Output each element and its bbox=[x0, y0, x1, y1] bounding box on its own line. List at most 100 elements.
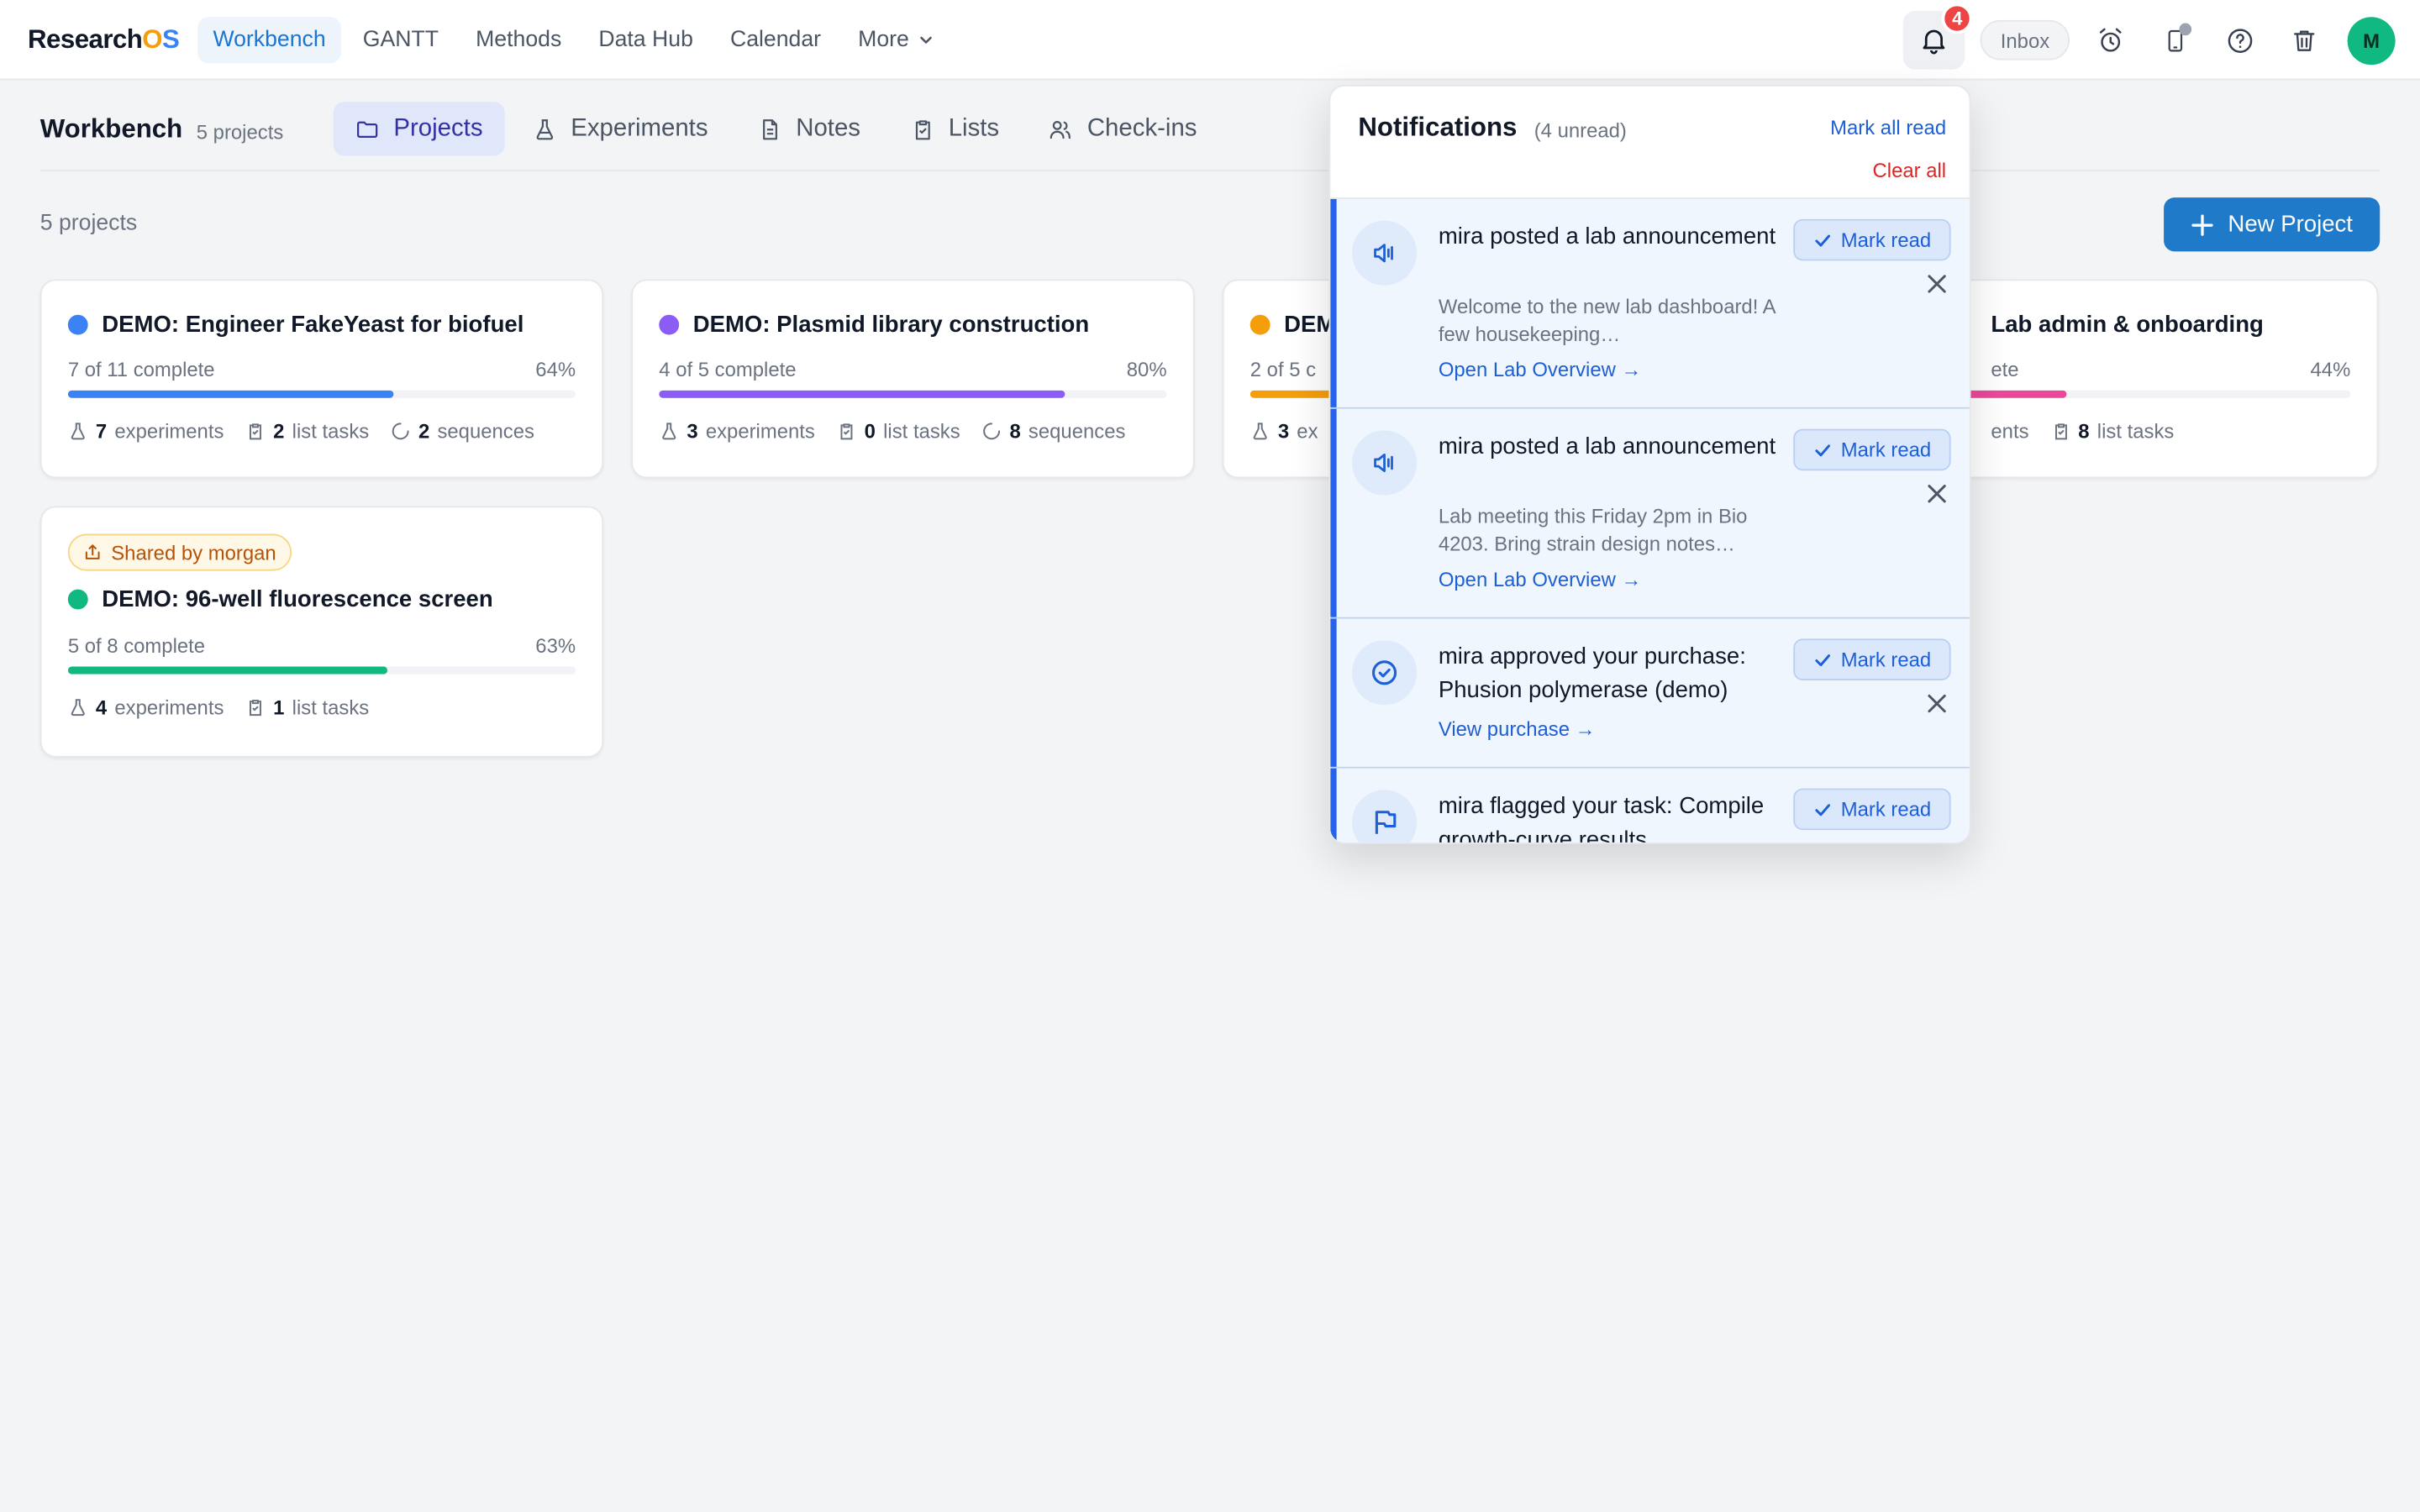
notification-desc: Lab meeting this Friday 2pm in Bio 4203.… bbox=[1438, 504, 1748, 555]
main-nav: Workbench GANTT Methods Data Hub Calenda… bbox=[197, 17, 950, 64]
bell-icon bbox=[1923, 29, 1945, 55]
stat-sequences: 2 sequences bbox=[391, 420, 534, 443]
notifications-panel: Notifications (4 unread) Mark all read C… bbox=[1328, 85, 1971, 844]
tab-lists-label: Lists bbox=[948, 114, 1000, 142]
document-icon bbox=[762, 118, 777, 139]
progress-bar bbox=[67, 390, 576, 398]
project-stats: 7 experiments 2 list tasks 2 sequences bbox=[68, 420, 576, 443]
progress-percent: 80% bbox=[1126, 358, 1167, 381]
help-button[interactable] bbox=[2215, 15, 2265, 65]
tab-projects[interactable]: Projects bbox=[333, 102, 505, 156]
notification-text: mira posted a lab announcement bbox=[1438, 223, 1776, 250]
unread-count: (4 unread) bbox=[1534, 118, 1627, 142]
nav-more[interactable]: More bbox=[843, 17, 950, 63]
tab-notes[interactable]: Notes bbox=[736, 102, 882, 155]
tab-lists[interactable]: Lists bbox=[888, 102, 1021, 155]
progress-percent: 44% bbox=[2310, 358, 2351, 381]
project-card[interactable]: DEMO: Engineer FakeYeast for biofuel 7 o… bbox=[39, 279, 604, 479]
notification-text: mira posted a lab announcement bbox=[1438, 433, 1776, 460]
alarm-button[interactable] bbox=[2085, 15, 2134, 65]
mark-read-button[interactable]: Mark read bbox=[1793, 428, 1951, 471]
notification-item[interactable]: mira posted a lab announcement Lab meeti… bbox=[1330, 408, 1970, 619]
close-icon[interactable] bbox=[1926, 273, 1948, 295]
top-right-actions: 4 Inbox M bbox=[1903, 3, 2396, 70]
project-card[interactable]: Shared by morgan DEMO: 96-well fluoresce… bbox=[39, 506, 604, 758]
flask-icon bbox=[536, 118, 553, 139]
mark-read-button[interactable]: Mark read bbox=[1793, 788, 1951, 831]
check-icon bbox=[1814, 654, 1830, 666]
tab-experiments[interactable]: Experiments bbox=[511, 102, 730, 155]
progress-text: ete bbox=[1991, 358, 2019, 381]
stat-list-tasks: 8 list tasks bbox=[2050, 420, 2174, 443]
nav-data-hub[interactable]: Data Hub bbox=[583, 17, 708, 63]
new-project-label: New Project bbox=[2228, 211, 2353, 238]
nav-workbench[interactable]: Workbench bbox=[197, 17, 342, 64]
stat-list-tasks: 0 list tasks bbox=[837, 420, 960, 443]
app-logo[interactable]: ResearchOS bbox=[28, 24, 180, 55]
notifications-header: Notifications (4 unread) Mark all read C… bbox=[1330, 87, 1970, 199]
nav-more-label: More bbox=[858, 28, 909, 53]
nav-methods[interactable]: Methods bbox=[460, 17, 577, 63]
tab-projects-label: Projects bbox=[393, 114, 483, 142]
project-card[interactable]: DEMO: Plasmid library construction 4 of … bbox=[631, 279, 1195, 479]
tab-check-ins[interactable]: Check-ins bbox=[1027, 102, 1218, 155]
mark-read-button[interactable]: Mark read bbox=[1793, 218, 1951, 261]
progress-text: 7 of 11 complete bbox=[67, 358, 215, 381]
clear-all-button[interactable]: Clear all bbox=[1873, 159, 1947, 182]
page-title: Workbench bbox=[39, 113, 183, 144]
loading-circle-icon bbox=[983, 423, 1001, 440]
tab-experiments-label: Experiments bbox=[571, 114, 708, 142]
notifications-button[interactable]: 4 bbox=[1903, 3, 1973, 70]
project-title-text: DEM bbox=[1284, 312, 1336, 339]
stat-experiments: 4 experiments bbox=[68, 696, 224, 719]
clipboard-check-icon bbox=[915, 119, 929, 139]
notification-item[interactable]: mira posted a lab announcement Welcome t… bbox=[1330, 198, 1970, 409]
mark-read-label: Mark read bbox=[1840, 438, 1932, 462]
check-circle-icon bbox=[1351, 640, 1418, 706]
stat-experiments: 3 ex bbox=[1250, 420, 1318, 443]
notification-item[interactable]: mira approved your purchase: Phusion pol… bbox=[1330, 618, 1970, 769]
notification-link[interactable]: Open Lab Overview → bbox=[1439, 358, 1642, 381]
projects-count: 5 projects bbox=[39, 211, 138, 237]
new-project-button[interactable]: New Project bbox=[2164, 197, 2381, 252]
progress-bar bbox=[67, 666, 576, 675]
flask-icon bbox=[71, 699, 85, 717]
progress-percent: 63% bbox=[535, 633, 576, 658]
inbox-button[interactable]: Inbox bbox=[1980, 19, 2070, 60]
project-title: DEMO: Plasmid library construction bbox=[659, 312, 1166, 338]
project-title-text: DEMO: Plasmid library construction bbox=[692, 312, 1090, 339]
mobile-button[interactable] bbox=[2150, 15, 2200, 65]
project-title: DEMO: 96-well fluorescence screen bbox=[67, 586, 576, 612]
tab-check-ins-label: Check-ins bbox=[1086, 114, 1197, 142]
nav-gantt[interactable]: GANTT bbox=[347, 17, 454, 63]
trash-button[interactable] bbox=[2280, 15, 2329, 65]
project-title-text: DEMO: Engineer FakeYeast for biofuel bbox=[102, 312, 524, 339]
users-icon bbox=[1050, 120, 1071, 139]
clipboard-icon bbox=[2054, 423, 2067, 440]
progress-text: 2 of 5 c bbox=[1249, 358, 1317, 381]
mark-read-label: Mark read bbox=[1840, 648, 1932, 671]
notification-link[interactable]: Open Lab Overview → bbox=[1439, 568, 1642, 591]
clipboard-icon bbox=[250, 700, 262, 717]
progress-row: 5 of 8 complete 63% bbox=[68, 634, 576, 658]
close-icon[interactable] bbox=[1926, 693, 1948, 715]
megaphone-icon bbox=[1351, 430, 1418, 496]
folder-icon bbox=[357, 120, 378, 138]
notification-item[interactable]: mira flagged your task: Compile growth-c… bbox=[1330, 768, 1970, 843]
mark-read-button[interactable]: Mark read bbox=[1793, 638, 1951, 680]
loading-circle-icon bbox=[392, 423, 409, 440]
progress-bar bbox=[659, 390, 1167, 398]
progress-fill bbox=[67, 390, 393, 398]
tab-notes-label: Notes bbox=[796, 114, 861, 142]
nav-calendar[interactable]: Calendar bbox=[715, 17, 837, 63]
close-icon[interactable] bbox=[1926, 483, 1948, 505]
notification-link[interactable]: View purchase → bbox=[1439, 717, 1596, 741]
check-icon bbox=[1814, 234, 1830, 246]
check-icon bbox=[1814, 444, 1830, 456]
mark-all-read-button[interactable]: Mark all read bbox=[1830, 116, 1946, 139]
user-avatar[interactable]: M bbox=[2347, 16, 2396, 65]
trash-icon bbox=[2294, 29, 2315, 50]
progress-percent: 64% bbox=[535, 358, 576, 381]
clipboard-icon bbox=[250, 423, 262, 440]
project-color-dot bbox=[1249, 314, 1270, 335]
